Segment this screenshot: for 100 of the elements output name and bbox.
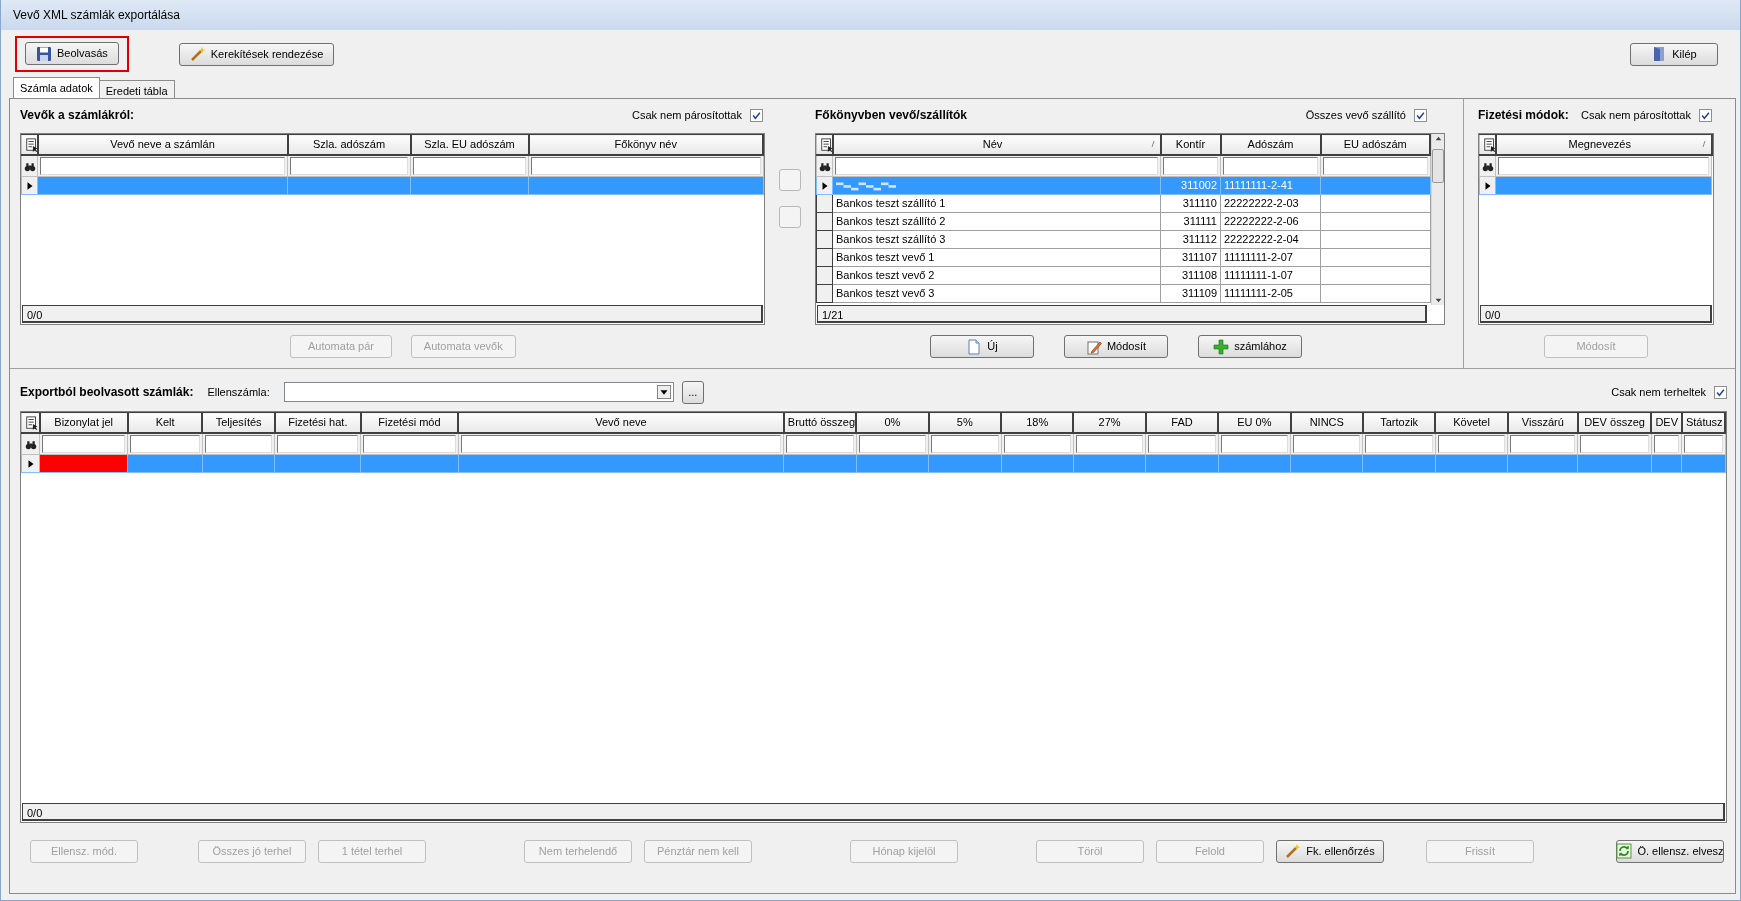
filter-field[interactable] [1580, 434, 1649, 453]
column-header[interactable]: Szla. adószám [287, 134, 411, 155]
column-header[interactable]: Név [832, 134, 1161, 155]
checkbox[interactable] [1414, 108, 1427, 122]
table-cell: Bankos teszt vevő 3 [832, 284, 1161, 303]
table-cell: 22222222-2-06 [1220, 212, 1321, 231]
column-header[interactable]: Adószám [1220, 134, 1321, 155]
filter-field[interactable] [40, 156, 285, 175]
filter-field[interactable] [1653, 434, 1680, 453]
column-header[interactable]: Fizetési hat. [274, 412, 361, 433]
column-header[interactable]: Megnevezés [1495, 134, 1712, 155]
toolbar-button[interactable]: Kerekítések rendezése [178, 42, 335, 66]
column-header[interactable]: FAD [1145, 412, 1219, 433]
table-cell: 311110 [1160, 194, 1221, 213]
column-header[interactable]: Vevő neve a számlán [37, 134, 288, 155]
filter-field[interactable] [858, 434, 927, 453]
table-cell: 22222222-2-03 [1220, 194, 1321, 213]
section-title: Főkönyvben vevő/szállítók [815, 107, 968, 124]
checkbox[interactable] [750, 108, 763, 122]
table-cell: 11111111-2-05 [1220, 284, 1321, 303]
field-label: Ellenszámla: [207, 384, 270, 400]
column-header[interactable]: EU 0% [1218, 412, 1291, 433]
filter-field[interactable] [460, 434, 782, 453]
tab[interactable]: Eredeti tábla [98, 80, 175, 98]
column-chooser-icon [25, 138, 36, 153]
filter-field[interactable] [1075, 434, 1144, 453]
column-header[interactable]: 0% [856, 412, 929, 433]
column-header[interactable]: Kelt [127, 412, 203, 433]
action-button[interactable]: számlához [1198, 335, 1302, 358]
column-header[interactable]: NINCS [1290, 412, 1363, 433]
checkbox[interactable] [1714, 385, 1727, 399]
filter-field[interactable] [835, 156, 1158, 175]
column-header[interactable]: Főkönyv név [528, 134, 763, 155]
filter-field[interactable] [363, 434, 456, 453]
filter-field[interactable] [1510, 434, 1576, 453]
filter-field[interactable] [786, 434, 854, 453]
document-icon [966, 338, 983, 355]
filter-field[interactable] [204, 434, 273, 453]
table-cell: Bankos teszt szállító 3 [832, 230, 1161, 249]
table-cell: 11111111-2-07 [1220, 248, 1321, 267]
column-header[interactable]: Tartozik [1362, 412, 1436, 433]
filter-field[interactable] [1437, 434, 1506, 453]
column-header[interactable]: 18% [1001, 412, 1074, 433]
table-cell: 311109 [1160, 284, 1221, 303]
action-button[interactable]: Ö. ellensz. elvesz [1616, 839, 1724, 863]
column-header[interactable]: EU adószám [1320, 134, 1430, 155]
column-header[interactable]: Státusz [1681, 412, 1725, 433]
filter-field[interactable] [290, 156, 408, 175]
filter-field[interactable] [1498, 156, 1710, 175]
table-cell: Bankos teszt szállító 2 [832, 212, 1161, 231]
column-header[interactable]: Teljesítés [202, 412, 275, 433]
filter-field[interactable] [130, 434, 200, 453]
filter-field[interactable] [1293, 434, 1361, 453]
magic-wand-icon [1285, 843, 1302, 859]
scrollbar[interactable] [1431, 134, 1444, 305]
table-cell: 311112 [1160, 230, 1221, 249]
exit-button[interactable]: Kilép [1630, 42, 1718, 66]
filter-field[interactable] [1003, 434, 1071, 453]
column-header[interactable]: Szla. EU adószám [410, 134, 529, 155]
filter-field[interactable] [1365, 434, 1433, 453]
counter-account-dropdown[interactable] [283, 382, 674, 402]
column-header[interactable]: Kontír [1160, 134, 1221, 155]
record-counter: 1/21 [817, 305, 1427, 323]
filter-field[interactable] [42, 434, 126, 453]
scroll-thumb[interactable] [1432, 149, 1444, 183]
filter-field[interactable] [1223, 156, 1318, 175]
column-header[interactable]: 5% [928, 412, 1001, 433]
action-button[interactable]: Új [930, 335, 1034, 358]
binoculars-icon [819, 160, 831, 173]
filter-field[interactable] [1163, 156, 1218, 175]
scroll-up-arrow-icon [1433, 134, 1443, 143]
filter-field[interactable] [1148, 434, 1216, 453]
checkbox-label: Csak nem párosítottak [631, 107, 742, 123]
column-header[interactable]: Bizonylat jel [39, 412, 128, 433]
column-header[interactable]: 27% [1073, 412, 1146, 433]
column-header[interactable]: Vevő neve [458, 412, 784, 433]
toolbar-button[interactable]: Beolvasás [25, 42, 119, 65]
browse-button[interactable]: ... [681, 380, 704, 404]
checkbox-label: Csak nem párosítottak [1580, 107, 1691, 123]
window-title: Vevő XML számlák exportálása [13, 7, 180, 24]
filter-field[interactable] [1323, 156, 1428, 175]
action-button[interactable]: Módosít [1064, 335, 1168, 358]
column-header[interactable]: DEV összeg [1577, 412, 1652, 433]
filter-field[interactable] [413, 156, 526, 175]
filter-field[interactable] [531, 156, 761, 175]
column-header[interactable]: Fizetési mód [360, 412, 459, 433]
filter-field[interactable] [277, 434, 359, 453]
checkbox[interactable] [1699, 108, 1712, 122]
column-header[interactable]: Bruttó összeg [783, 412, 857, 433]
plus-icon [1213, 338, 1230, 355]
filter-field[interactable] [1220, 434, 1289, 453]
filter-field[interactable] [1684, 434, 1723, 453]
action-button[interactable]: Fk. ellenőrzés [1276, 839, 1384, 863]
column-header[interactable]: DEV [1651, 412, 1682, 433]
sort-icon [1699, 139, 1708, 149]
column-header[interactable]: Követel [1435, 412, 1508, 433]
section-title: Exportból beolvasott számlák: [20, 384, 194, 401]
filter-field[interactable] [931, 434, 999, 453]
tab[interactable]: Számla adatok [13, 77, 100, 98]
column-header[interactable]: Visszárú [1507, 412, 1578, 433]
